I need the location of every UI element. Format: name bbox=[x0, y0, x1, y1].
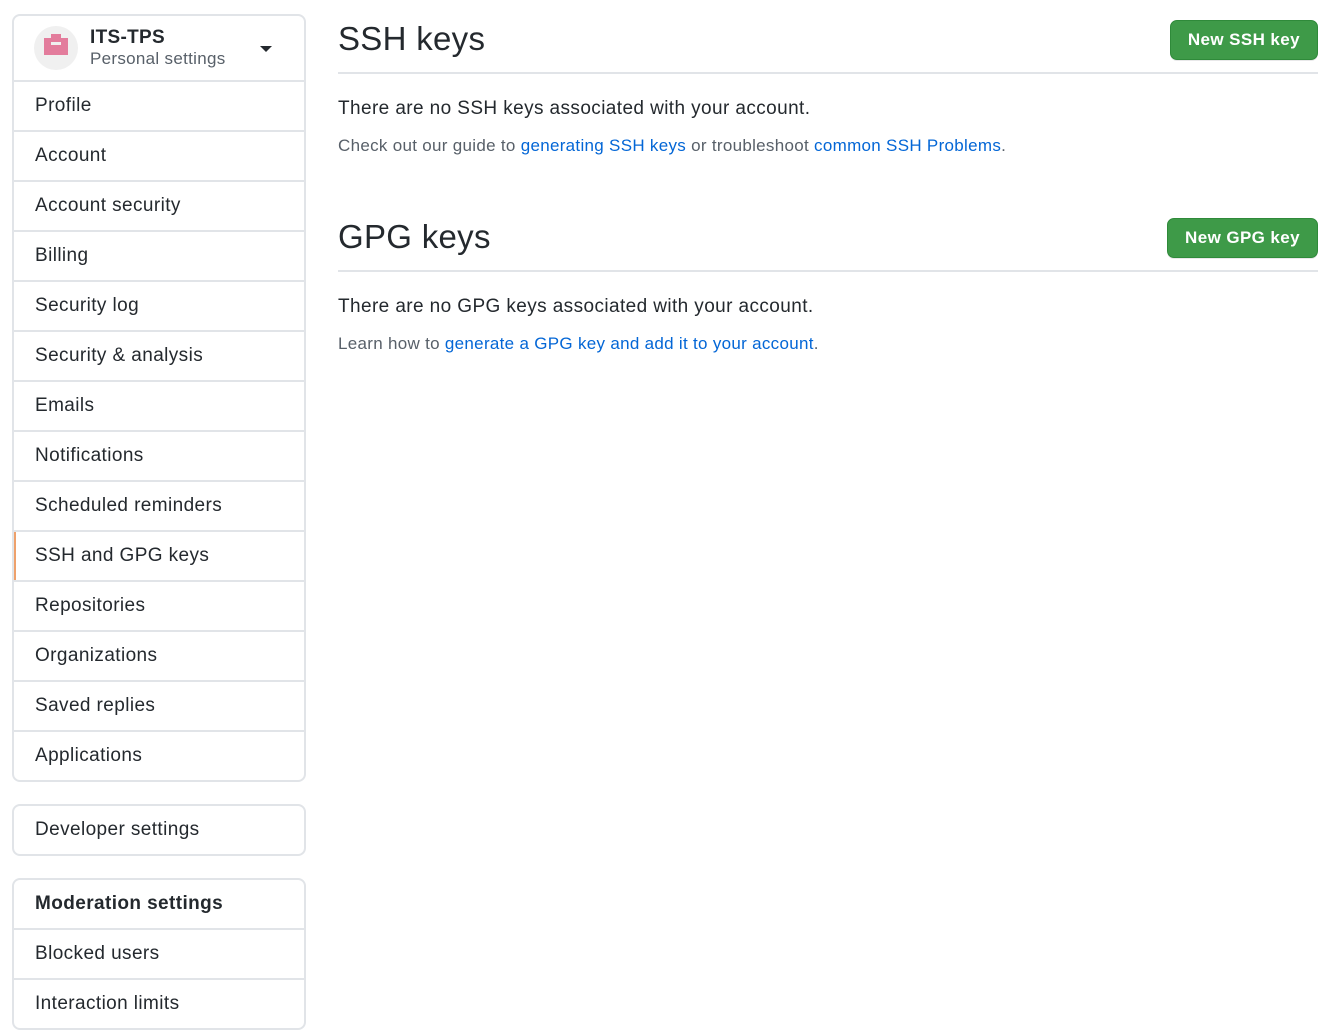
developer-settings-nav: Developer settings bbox=[12, 804, 306, 856]
gpg-help-note: Learn how to generate a GPG key and add … bbox=[338, 334, 1318, 354]
personal-settings-nav: ITS-TPS Personal settings Profile Accoun… bbox=[12, 14, 306, 782]
sidebar-item-blocked-users[interactable]: Blocked users bbox=[14, 928, 304, 978]
account-switcher[interactable]: ITS-TPS Personal settings bbox=[14, 16, 304, 82]
gpg-title: GPG keys bbox=[338, 218, 491, 255]
sidebar-item-profile[interactable]: Profile bbox=[14, 82, 304, 130]
common-ssh-problems-link[interactable]: common SSH Problems bbox=[814, 136, 1001, 155]
gpg-blank-message: There are no GPG keys associated with yo… bbox=[338, 296, 814, 317]
ssh-help-note: Check out our guide to generating SSH ke… bbox=[338, 136, 1318, 156]
avatar bbox=[34, 26, 78, 70]
sidebar-item-emails[interactable]: Emails bbox=[14, 380, 304, 430]
sidebar-item-security-log[interactable]: Security log bbox=[14, 280, 304, 330]
new-gpg-key-button[interactable]: New GPG key bbox=[1167, 218, 1318, 258]
moderation-settings-nav: Moderation settings Blocked users Intera… bbox=[12, 878, 306, 1030]
sidebar-item-account-security[interactable]: Account security bbox=[14, 180, 304, 230]
sidebar-item-applications[interactable]: Applications bbox=[14, 730, 304, 780]
account-name: ITS-TPS bbox=[90, 27, 165, 48]
account-subtitle: Personal settings bbox=[90, 49, 226, 68]
sidebar-item-billing[interactable]: Billing bbox=[14, 230, 304, 280]
sidebar-item-security-analysis[interactable]: Security & analysis bbox=[14, 330, 304, 380]
sidebar-item-repositories[interactable]: Repositories bbox=[14, 580, 304, 630]
new-ssh-key-button[interactable]: New SSH key bbox=[1169, 20, 1318, 60]
main-content: SSH keys New SSH key There are no SSH ke… bbox=[338, 14, 1318, 354]
sidebar-item-scheduled-reminders[interactable]: Scheduled reminders bbox=[14, 480, 304, 530]
ssh-title: SSH keys bbox=[338, 20, 486, 57]
ssh-section-header: SSH keys New SSH key bbox=[338, 14, 1318, 74]
moderation-heading: Moderation settings bbox=[35, 893, 224, 914]
gpg-section-header: GPG keys New GPG key bbox=[338, 212, 1318, 272]
sidebar-item-ssh-gpg-keys[interactable]: SSH and GPG keys bbox=[14, 530, 304, 580]
gpg-note-suffix: . bbox=[813, 334, 819, 353]
caret-down-icon[interactable] bbox=[260, 46, 272, 52]
sidebar-item-account[interactable]: Account bbox=[14, 130, 304, 180]
ssh-blank-message: There are no SSH keys associated with yo… bbox=[338, 98, 811, 119]
sidebar-item-notifications[interactable]: Notifications bbox=[14, 430, 304, 480]
sidebar-item-developer-settings[interactable]: Developer settings bbox=[14, 806, 304, 854]
gpg-note-prefix: Learn how to bbox=[338, 334, 445, 353]
generating-ssh-keys-link[interactable]: generating SSH keys bbox=[521, 136, 686, 155]
ssh-note-mid: or troubleshoot bbox=[686, 136, 815, 155]
ssh-note-suffix: . bbox=[1001, 136, 1007, 155]
sidebar-item-saved-replies[interactable]: Saved replies bbox=[14, 680, 304, 730]
sidebar-item-interaction-limits[interactable]: Interaction limits bbox=[14, 978, 304, 1028]
settings-sidebar: ITS-TPS Personal settings Profile Accoun… bbox=[12, 14, 306, 1030]
ssh-note-prefix: Check out our guide to bbox=[338, 136, 521, 155]
sidebar-item-organizations[interactable]: Organizations bbox=[14, 630, 304, 680]
generate-gpg-key-link[interactable]: generate a GPG key and add it to your ac… bbox=[445, 334, 814, 353]
